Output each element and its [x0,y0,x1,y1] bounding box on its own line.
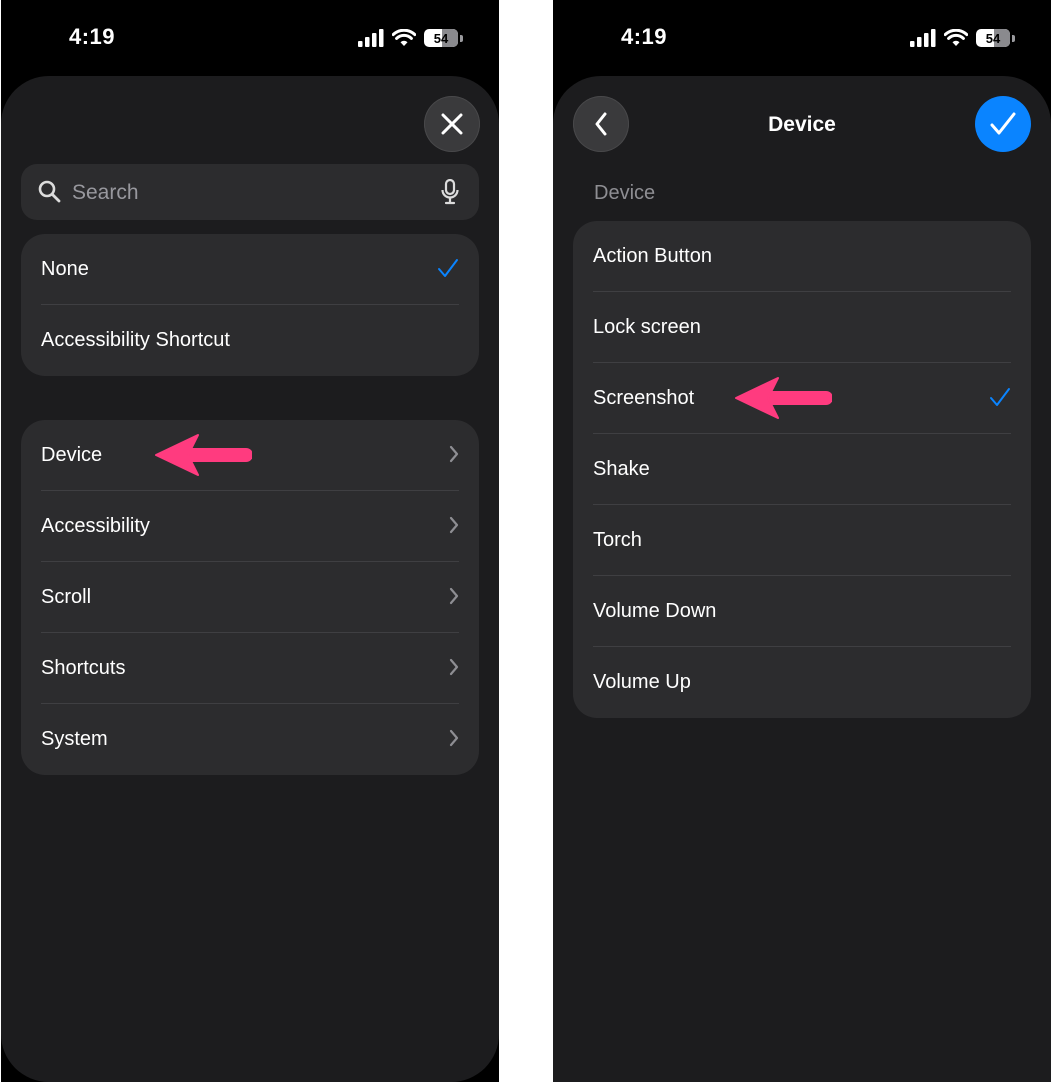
done-button[interactable] [975,96,1031,152]
option-label: Accessibility Shortcut [41,329,230,351]
device-item-lock-screen[interactable]: Lock screen [573,292,1031,363]
battery-level: 54 [985,30,1001,46]
chevron-right-icon [449,729,459,747]
device-item-volume-up[interactable]: Volume Up [573,647,1031,718]
status-bar: 4:19 54 [1,0,499,76]
chevron-right-icon [449,445,459,463]
category-system[interactable]: System [21,704,479,775]
battery-nub [1012,34,1015,42]
chevron-right-icon [449,587,459,605]
right-phone-screen: 4:19 54 Device Device Action Button Lock… [553,0,1051,1082]
search-icon [38,180,61,203]
section-header: Device [594,182,656,204]
device-actions-group: Action Button Lock screen Screenshot Sha… [573,221,1031,718]
item-label: Shake [593,458,650,480]
category-label: Device [41,444,103,466]
option-none[interactable]: None [21,234,479,305]
battery-icon: 54 [424,29,458,47]
search-placeholder: Search [72,181,139,204]
close-button[interactable] [424,96,480,152]
device-item-shake[interactable]: Shake [573,434,1031,505]
item-label: Lock screen [593,316,701,338]
battery-nub [460,34,463,42]
category-label: Scroll [41,586,92,608]
category-scroll[interactable]: Scroll [21,562,479,633]
checkmark-icon [990,388,1010,406]
status-time: 4:19 [69,24,116,49]
wifi-icon [392,29,416,46]
close-icon [441,113,463,135]
category-label: Accessibility [41,515,150,537]
item-label: Action Button [593,245,712,267]
wifi-icon [944,29,968,46]
cellular-signal-icon [910,29,936,47]
category-label: System [41,728,108,750]
option-label: None [41,258,89,280]
option-accessibility-shortcut[interactable]: Accessibility Shortcut [21,305,479,376]
item-label: Torch [593,529,642,551]
annotation-arrow-icon [735,377,832,419]
item-label: Screenshot [593,387,695,409]
status-icons: 54 [910,28,1015,48]
device-sheet: Device Device Action Button Lock screen … [553,76,1051,1082]
checkmark-icon [438,259,458,277]
search-field[interactable]: Search [21,164,479,220]
device-item-volume-down[interactable]: Volume Down [573,576,1031,647]
top-options-group: None Accessibility Shortcut [21,234,479,376]
chevron-right-icon [449,658,459,676]
device-item-torch[interactable]: Torch [573,505,1031,576]
category-shortcuts[interactable]: Shortcuts [21,633,479,704]
item-label: Volume Down [593,600,717,622]
status-time: 4:19 [621,24,668,49]
category-label: Shortcuts [41,657,126,679]
item-label: Volume Up [593,671,691,693]
category-accessibility[interactable]: Accessibility [21,491,479,562]
picker-sheet: Search None Accessibility Shortcut Devic [1,76,499,1082]
battery-icon: 54 [976,29,1010,47]
status-icons: 54 [358,28,463,48]
mic-icon[interactable] [441,179,459,205]
cellular-signal-icon [358,29,384,47]
annotation-arrow-icon [155,434,252,476]
device-item-action-button[interactable]: Action Button [573,221,1031,292]
battery-level: 54 [433,30,449,46]
left-phone-screen: 4:19 54 Search None Accessibility Shortc… [1,0,499,1082]
chevron-right-icon [449,516,459,534]
checkmark-icon [990,112,1016,135]
status-bar: 4:19 54 [553,0,1051,76]
